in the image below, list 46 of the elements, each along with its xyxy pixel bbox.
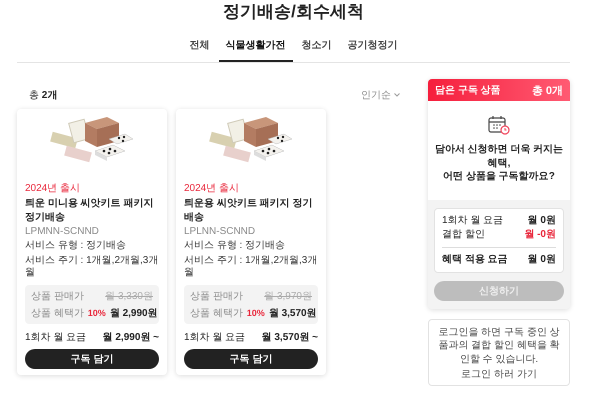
price-label: 상품 판매가: [31, 290, 84, 302]
login-link[interactable]: 로그인 하러 가기: [461, 368, 537, 382]
cart-count: 총 0개: [532, 84, 563, 98]
benefit-price: 월 2,990원: [110, 307, 158, 320]
service-cycle: 서비스 주기 : 1개월,2개월,3개월: [184, 255, 318, 279]
product-code: LPLNN-SCNND: [184, 226, 256, 237]
summary-value: 월 -0원: [524, 228, 556, 242]
total-label: 혜택 적용 요금: [442, 252, 508, 266]
release-label: 2024년 출시: [25, 182, 82, 195]
cart-empty-message: 담아서 신청하면 더욱 커지는 혜택, 어떤 상품을 구독할까요?: [434, 143, 564, 184]
category-tab[interactable]: 식물생활가전: [218, 35, 292, 62]
category-tab[interactable]: 공기청정기: [340, 35, 404, 62]
summary-label: 1회차 월 요금: [442, 214, 504, 228]
discount-rate: 10%: [246, 308, 265, 318]
calendar-clock-icon: [488, 115, 510, 135]
product-name[interactable]: 틔운 미니용 씨앗키트 패키지 정기배송: [25, 197, 159, 224]
first-month-price: 월 2,990원 ~: [102, 331, 159, 344]
subscribe-button[interactable]: 구독 담기: [25, 349, 159, 369]
service-type: 서비스 유형 : 정기배송: [184, 240, 286, 252]
price-label: 상품 혜택가: [31, 308, 84, 318]
service-cycle: 서비스 주기 : 1개월,2개월,3개월: [25, 255, 159, 279]
benefit-price: 월 3,570원: [268, 307, 317, 320]
summary-value: 월 0원: [528, 214, 556, 228]
cart-title: 담은 구독 상품: [435, 84, 501, 97]
category-tab[interactable]: 전체: [182, 35, 216, 62]
total-value: 월 0원: [528, 252, 556, 266]
release-label: 2024년 출시: [184, 182, 240, 195]
first-month-label: 1회차 월 요금: [25, 331, 86, 344]
login-message: 로그인을 하면 구독 중인 상품과의 결합 할인 혜택을 확인할 수 있습니다.: [437, 326, 561, 366]
total-count: 총 2개: [29, 89, 58, 102]
product-code: LPMNN-SCNND: [25, 226, 100, 237]
original-price: 월 3,970원: [264, 290, 312, 303]
first-month-price: 월 3,570원 ~: [262, 331, 318, 344]
page-title: 정기배송/회수세척: [222, 1, 365, 23]
summary-label: 결합 할인: [442, 228, 485, 242]
sort-dropdown[interactable]: 인기순: [361, 88, 400, 102]
first-month-label: 1회차 월 요금: [184, 331, 246, 344]
category-tab[interactable]: 청소기: [294, 35, 338, 62]
service-type: 서비스 유형 : 정기배송: [25, 240, 128, 252]
price-label: 상품 혜택가: [190, 308, 243, 318]
product-name[interactable]: 틔운용 씨앗키트 패키지 정기배송: [184, 197, 318, 224]
subscribe-button[interactable]: 구독 담기: [184, 349, 318, 369]
original-price: 월 3,330원: [105, 290, 153, 303]
discount-rate: 10%: [88, 308, 106, 318]
price-label: 상품 판매가: [190, 290, 243, 302]
chevron-down-icon: [394, 93, 400, 97]
